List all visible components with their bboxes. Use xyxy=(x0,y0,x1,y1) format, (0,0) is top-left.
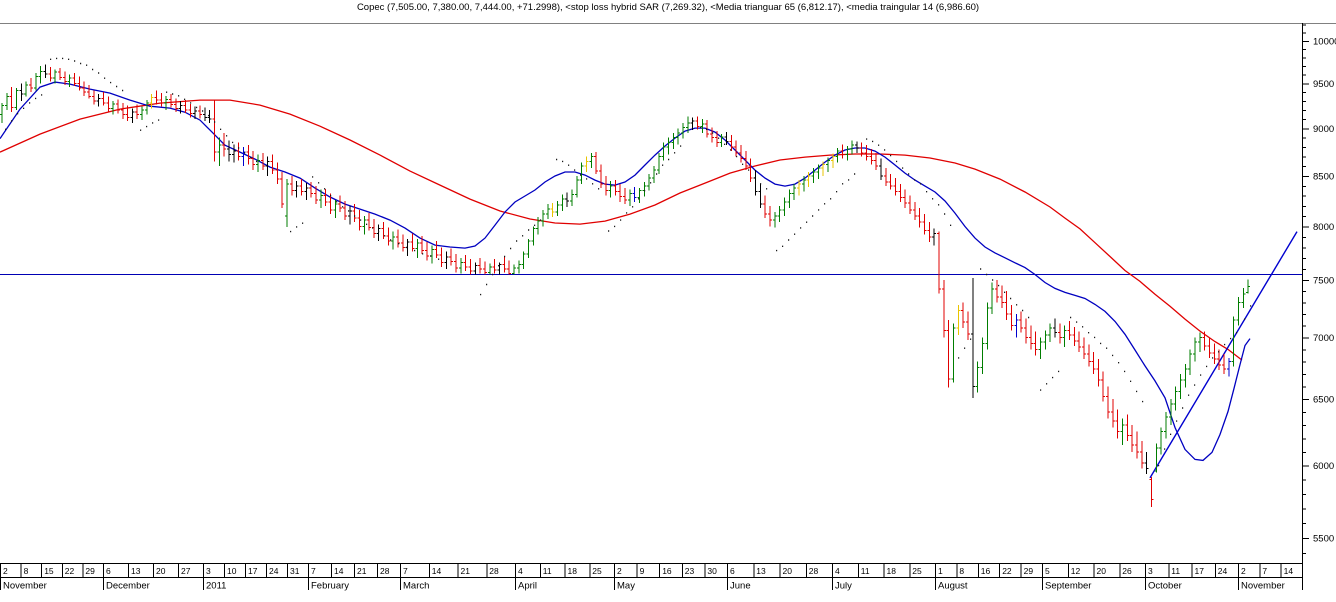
week-tick-label: 26 xyxy=(1122,566,1132,576)
ohlc-bars-b xyxy=(241,147,1231,377)
week-tick-label: 14 xyxy=(1284,566,1294,576)
month-label: March xyxy=(403,581,429,592)
ma-triangular-14-line xyxy=(0,81,1251,462)
ohlc-bars-y xyxy=(149,94,961,335)
week-tick-label: 17 xyxy=(248,566,258,576)
week-tick-label: 13 xyxy=(131,566,141,576)
week-tick-label: 27 xyxy=(181,566,191,576)
price-chart-canvas[interactable]: 5500 6000 6500 7000 7500 8000 8500 9000 9500 1000… xyxy=(0,0,1336,602)
week-tick-label: 28 xyxy=(380,566,390,576)
week-tick-label: 7 xyxy=(1262,566,1267,576)
week-tick-label: 11 xyxy=(1171,566,1180,576)
week-tick-label: 14 xyxy=(432,566,442,576)
week-tick-label: 5 xyxy=(1045,566,1050,576)
sar-dots xyxy=(5,57,1252,467)
week-tick-label: 22 xyxy=(1002,566,1012,576)
week-tick-label: 25 xyxy=(912,566,922,576)
week-tick-label: 6 xyxy=(730,566,735,576)
week-tick-label: 18 xyxy=(887,566,897,576)
y-axis-label: 6000 xyxy=(1313,461,1334,472)
week-tick-label: 8 xyxy=(959,566,964,576)
month-label: May xyxy=(617,581,635,592)
month-label: November xyxy=(3,581,47,592)
week-tick-label: 21 xyxy=(461,566,471,576)
week-tick-label: 13 xyxy=(756,566,766,576)
y-axis-label: 7000 xyxy=(1313,333,1334,344)
week-tick-label: 25 xyxy=(592,566,602,576)
week-tick-label: 12 xyxy=(1071,566,1081,576)
y-axis-label: 8000 xyxy=(1313,222,1334,233)
week-tick-label: 4 xyxy=(518,566,523,576)
week-tick-label: 10 xyxy=(227,566,237,576)
week-tick-label: 7 xyxy=(403,566,408,576)
week-tick-label: 18 xyxy=(568,566,578,576)
week-tick-label: 20 xyxy=(783,566,793,576)
week-tick-label: 7 xyxy=(311,566,316,576)
week-tick-label: 14 xyxy=(334,566,344,576)
ma-triangular-65-line xyxy=(0,99,1243,361)
week-tick-label: 22 xyxy=(65,566,75,576)
week-tick-label: 30 xyxy=(707,566,717,576)
month-label: July xyxy=(835,581,852,592)
week-tick-label: 29 xyxy=(1024,566,1034,576)
ohlc-bars-g xyxy=(0,66,1251,473)
ohlc-bars-r xyxy=(9,67,1226,507)
week-tick-label: 23 xyxy=(685,566,695,576)
week-tick-label: 17 xyxy=(1195,566,1205,576)
y-axis-label: 7500 xyxy=(1313,276,1334,287)
month-label: 2011 xyxy=(206,581,226,592)
week-tick-label: 31 xyxy=(290,566,300,576)
week-tick-label: 3 xyxy=(206,566,211,576)
week-tick-label: 11 xyxy=(543,566,552,576)
week-tick-label: 2 xyxy=(1241,566,1246,576)
ohlc-bars-k xyxy=(19,64,1149,474)
month-label: April xyxy=(518,581,537,592)
week-tick-label: 6 xyxy=(106,566,111,576)
week-tick-label: 24 xyxy=(1218,566,1228,576)
y-axis-label: 9000 xyxy=(1313,124,1334,135)
week-tick-label: 28 xyxy=(489,566,499,576)
month-label: September xyxy=(1045,581,1091,592)
week-tick-label: 3 xyxy=(1148,566,1153,576)
week-tick-label: 11 xyxy=(861,566,870,576)
month-label: June xyxy=(730,581,751,592)
week-tick-label: 20 xyxy=(1097,566,1107,576)
y-axis-label: 9500 xyxy=(1313,79,1334,90)
y-axis-label: 10000 xyxy=(1313,36,1336,47)
month-label: October xyxy=(1148,581,1182,592)
week-tick-label: 24 xyxy=(269,566,279,576)
week-tick-label: 16 xyxy=(662,566,672,576)
y-axis-label: 5500 xyxy=(1313,533,1334,544)
week-tick-label: 1 xyxy=(938,566,943,576)
week-tick-label: 16 xyxy=(981,566,991,576)
week-tick-label: 21 xyxy=(357,566,367,576)
y-axis-label: 8500 xyxy=(1313,171,1334,182)
month-label: August xyxy=(938,581,968,592)
week-tick-label: 15 xyxy=(44,566,54,576)
week-tick-label: 2 xyxy=(3,566,8,576)
month-label: December xyxy=(106,581,150,592)
y-axis-label: 6500 xyxy=(1313,395,1334,406)
month-label: November xyxy=(1241,581,1285,592)
week-tick-label: 20 xyxy=(156,566,166,576)
week-tick-label: 8 xyxy=(24,566,29,576)
week-tick-label: 2 xyxy=(617,566,622,576)
week-tick-label: 4 xyxy=(835,566,840,576)
week-tick-label: 28 xyxy=(809,566,819,576)
week-tick-label: 29 xyxy=(85,566,95,576)
month-label: February xyxy=(311,581,349,592)
week-tick-label: 9 xyxy=(640,566,645,576)
chart-window: Copec (7,505.00, 7,380.00, 7,444.00, +71… xyxy=(0,0,1336,602)
